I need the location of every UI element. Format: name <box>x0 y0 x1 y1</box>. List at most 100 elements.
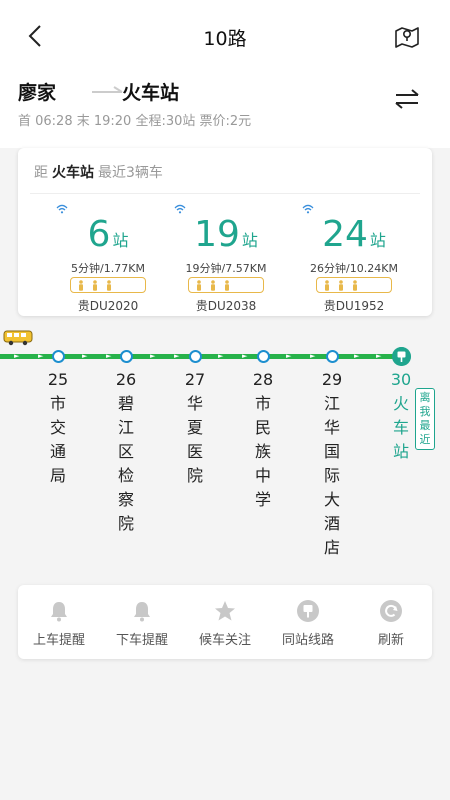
station-name: 碧江区检察院 <box>117 394 134 533</box>
stops-away: 19 站 <box>166 214 286 255</box>
nearest-badge: 离我最近 <box>415 388 435 450</box>
station-item[interactable]: 25 市交通局 <box>46 368 70 488</box>
realtime-card: 距火车站 最近3辆车 6站 5分钟/1.77KM 贵DU2020 19 站 19分钟… <box>18 148 432 316</box>
tool-label: 上车提醒 <box>32 633 85 648</box>
tool-label: 下车提醒 <box>115 633 168 648</box>
tool-label: 候车关注 <box>198 633 251 648</box>
station-item[interactable]: 27 华夏医院 <box>183 368 207 488</box>
station-number: 29 <box>321 370 343 389</box>
stops-unit: 站 <box>112 231 129 250</box>
map-location-icon[interactable] <box>394 23 420 49</box>
eta-distance: 5分钟/1.77KM <box>71 262 145 275</box>
bus-item[interactable]: 6站 5分钟/1.77KM 贵DU2020 <box>48 200 168 316</box>
station-name: 江华国际大酒店 <box>323 394 340 557</box>
station-name: 火车站 <box>392 394 409 461</box>
direction-chevron-icon: ► <box>174 352 180 360</box>
bus-item[interactable]: 24 站 26分钟/10.24KM 贵DU1952 <box>294 200 414 316</box>
refresh-button[interactable]: 刷新 <box>350 585 432 659</box>
direction-chevron-icon: ► <box>354 352 360 360</box>
realtime-suffix: 最近3辆车 <box>98 165 163 181</box>
bus-item[interactable]: 19 站 19分钟/7.57KM 贵DU2038 <box>166 200 286 316</box>
bus-plate: 贵DU2020 <box>77 299 139 313</box>
direction-chevron-icon: ► <box>82 352 88 360</box>
route-from: 廖家 <box>18 82 57 104</box>
station-item-current[interactable]: 30 火车站 <box>389 368 413 464</box>
stops-away: 6站 <box>48 214 168 255</box>
bus-plate: 贵DU2038 <box>195 299 257 313</box>
direction-chevron-icon: ► <box>376 352 382 360</box>
signal-icon <box>302 204 314 214</box>
stop-marker[interactable] <box>120 350 133 363</box>
realtime-prefix: 距 <box>34 165 48 181</box>
direction-chevron-icon: ► <box>150 352 156 360</box>
station-number: 25 <box>47 370 69 389</box>
direction-chevron-icon: ► <box>38 352 44 360</box>
stops-count: 24 <box>322 214 368 255</box>
stops-count: 19 <box>194 214 240 255</box>
station-name: 华夏医院 <box>186 394 203 485</box>
bell-icon <box>134 602 150 622</box>
signal-icon <box>174 204 186 214</box>
bottom-toolbar: 上车提醒 下车提醒 候车关注 同站线路 刷新 <box>18 585 432 659</box>
stop-marker[interactable] <box>52 350 65 363</box>
station-number: 28 <box>252 370 274 389</box>
direction-chevron-icon: ► <box>106 352 112 360</box>
person-icon <box>353 280 357 291</box>
direction-chevron-icon: ► <box>218 352 224 360</box>
tool-label: 同站线路 <box>281 633 334 648</box>
route-endpoints: 廖家 火车站 <box>18 78 438 108</box>
person-icon <box>93 280 97 291</box>
target-station: 火车站 <box>52 165 94 181</box>
direction-chevron-icon: ► <box>14 352 20 360</box>
route-info: 首 06:28 末 19:20 全程:30站 票价:2元 <box>18 114 252 129</box>
header: 10路 廖家 火车站 首 06:28 末 19:20 全程:30站 票价:2元 <box>0 0 450 148</box>
route-line[interactable]: ► ► ► ► ► ► ► ► ► ► ► ► 25 市交通局 26 碧江区检察… <box>0 320 450 580</box>
realtime-heading: 距火车站 最近3辆车 <box>34 162 163 182</box>
person-icon <box>325 280 329 291</box>
station-item[interactable]: 26 碧江区检察院 <box>114 368 138 536</box>
station-name: 市民族中学 <box>254 394 271 509</box>
stops-count: 6 <box>87 214 111 255</box>
stops-unit: 站 <box>369 231 386 250</box>
stop-marker[interactable] <box>326 350 339 363</box>
station-number: 30 <box>390 370 412 389</box>
board-reminder-button[interactable]: 上车提醒 <box>18 585 100 659</box>
person-icon <box>197 280 201 291</box>
direction-arrow-icon <box>92 86 123 93</box>
stop-marker[interactable] <box>257 350 270 363</box>
bus-plate: 贵DU1952 <box>323 299 385 313</box>
station-name: 市交通局 <box>49 394 66 485</box>
signal-icon <box>56 204 68 214</box>
bus-position-icon[interactable] <box>3 330 33 346</box>
station-item[interactable]: 28 市民族中学 <box>251 368 275 512</box>
bell-icon <box>51 602 67 622</box>
person-icon <box>225 280 229 291</box>
tool-label: 刷新 <box>377 633 404 648</box>
page-title: 10路 <box>203 28 247 50</box>
nav-bar: 10路 <box>0 14 450 58</box>
bus-stop-icon <box>297 600 319 622</box>
same-stop-lines-button[interactable]: 同站线路 <box>267 585 349 659</box>
crowd-level-indicator <box>70 277 146 293</box>
stop-marker[interactable] <box>189 350 202 363</box>
stops-away: 24 站 <box>294 214 414 255</box>
station-item[interactable]: 29 江华国际大酒店 <box>320 368 344 560</box>
destination-stop-icon[interactable] <box>392 347 411 366</box>
station-number: 27 <box>184 370 206 389</box>
route-to: 火车站 <box>122 82 180 104</box>
divider <box>30 193 420 194</box>
direction-chevron-icon: ► <box>286 352 292 360</box>
crowd-level-indicator <box>188 277 264 293</box>
direction-chevron-icon: ► <box>310 352 316 360</box>
alight-reminder-button[interactable]: 下车提醒 <box>101 585 183 659</box>
stops-unit: 站 <box>241 231 258 250</box>
swap-direction-icon[interactable] <box>394 88 420 110</box>
refresh-icon <box>380 600 402 622</box>
direction-chevron-icon: ► <box>242 352 248 360</box>
person-icon <box>107 280 111 291</box>
station-number: 26 <box>115 370 137 389</box>
wait-follow-button[interactable]: 候车关注 <box>184 585 266 659</box>
person-icon <box>79 280 83 291</box>
eta-distance: 19分钟/7.57KM <box>185 262 267 275</box>
eta-distance: 26分钟/10.24KM <box>310 262 398 275</box>
